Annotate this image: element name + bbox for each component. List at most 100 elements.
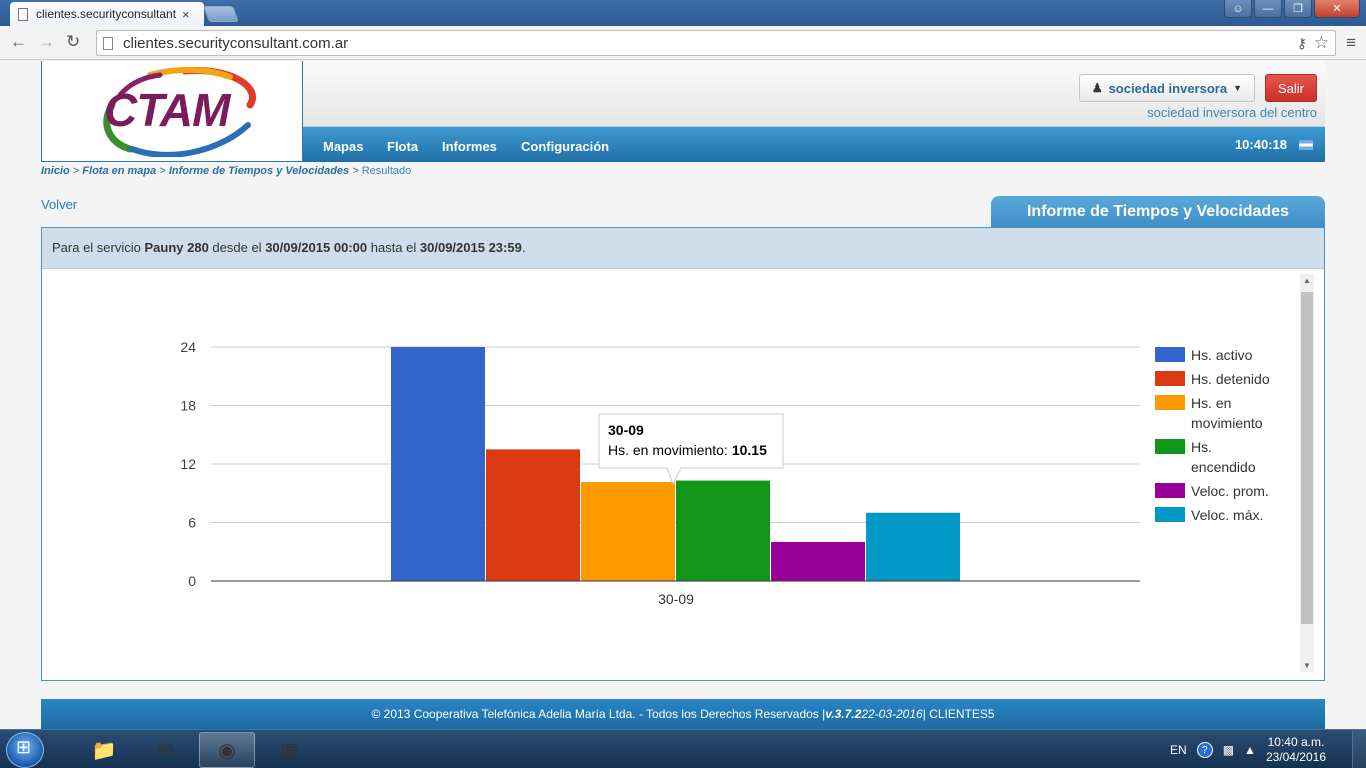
browser-toolbar: ← → ↻ clientes.securityconsultant.com.ar… (0, 26, 1366, 60)
tooltip-label: Hs. en movimiento: (608, 442, 728, 458)
tooltip-value: 10.15 (732, 442, 767, 458)
user-icon: ♟ (1091, 81, 1103, 95)
system-time: 10:40 a.m. (1267, 735, 1325, 749)
legend-label: Veloc. máx. (1191, 507, 1263, 523)
report-panel: Para el servicio Pauny 280 desde el 30/0… (41, 227, 1325, 681)
legend-swatch (1155, 507, 1185, 522)
page-icon (18, 7, 28, 21)
chart-scrollbar[interactable]: ▲ ▼ (1300, 274, 1314, 672)
volver-link[interactable]: Volver (41, 197, 77, 212)
info-text: Para el servicio (52, 240, 145, 255)
footer-date: 22-03-2016 (861, 707, 923, 721)
caret-down-icon: ▼ (1233, 83, 1242, 93)
logo[interactable]: CTAM (41, 61, 303, 162)
site-header: CTAM ♟ sociedad inversora ▼ Salir socied… (41, 61, 1325, 162)
chart-bar[interactable] (676, 480, 770, 581)
show-hidden-icons[interactable]: ▲ (1244, 743, 1256, 757)
y-tick-label: 12 (180, 456, 196, 472)
footer-text: © 2013 Cooperativa Telefónica Adelia Mar… (371, 707, 826, 721)
legend-swatch (1155, 347, 1185, 362)
breadcrumb-separator: > (159, 165, 166, 177)
reload-icon[interactable]: ↻ (66, 32, 80, 52)
header-user-area: ♟ sociedad inversora ▼ Salir sociedad in… (303, 61, 1325, 127)
info-text: hasta el (367, 240, 420, 255)
minimize-button[interactable]: — (1254, 0, 1282, 18)
nav-informes[interactable]: Informes (442, 139, 497, 154)
explorer-icon[interactable]: 📁 (76, 732, 132, 768)
system-date: 23/04/2016 (1265, 750, 1326, 764)
legend-swatch (1155, 371, 1185, 386)
legend-label: Veloc. prom. (1191, 483, 1269, 499)
logout-button[interactable]: Salir (1265, 74, 1317, 102)
legend-label: Hs. detenido (1191, 371, 1270, 387)
info-to-date: 30/09/2015 23:59 (419, 240, 522, 255)
breadcrumb-informe[interactable]: Informe de Tiempos y Velocidades (169, 165, 349, 177)
system-clock[interactable]: 10:40 a.m. 23/04/2016 (1266, 735, 1326, 765)
tab-close-icon[interactable]: × (182, 7, 190, 22)
tooltip-title: 30-09 (608, 422, 644, 438)
breadcrumb-inicio[interactable]: Inicio (41, 165, 70, 177)
new-tab-button[interactable] (203, 6, 239, 22)
y-tick-label: 18 (180, 398, 196, 414)
breadcrumb-current: Resultado (361, 165, 412, 177)
nav-mapas[interactable]: Mapas (323, 139, 363, 154)
legend-label: Hs. (1191, 439, 1212, 455)
legend-swatch (1155, 483, 1185, 498)
close-window-button[interactable]: ✕ (1314, 0, 1360, 18)
chart-bar[interactable] (486, 449, 580, 581)
legend-swatch (1155, 395, 1185, 410)
legend-label: movimiento (1191, 415, 1263, 431)
site-footer: © 2013 Cooperativa Telefónica Adelia Mar… (41, 699, 1325, 729)
show-desktop-button[interactable] (1352, 730, 1366, 768)
info-text: . (521, 240, 526, 255)
legend-swatch (1155, 439, 1185, 454)
network-icon[interactable]: ▩ (1223, 743, 1234, 757)
network-app-icon[interactable]: ▦ (261, 732, 317, 768)
outlook-icon[interactable]: ✉ (137, 732, 193, 768)
breadcrumb: Inicio > Flota en mapa > Informe de Tiem… (41, 165, 411, 177)
address-bar[interactable]: clientes.securityconsultant.com.ar ⚷ ☆ (96, 30, 1336, 56)
help-icon[interactable]: ? (1196, 742, 1213, 758)
maximize-button[interactable]: ❐ (1284, 0, 1312, 18)
nav-flota[interactable]: Flota (387, 139, 418, 154)
web-page: CTAM ♟ sociedad inversora ▼ Salir socied… (0, 61, 1366, 729)
chart-bar[interactable] (581, 482, 675, 581)
user-name: sociedad inversora (1108, 80, 1228, 96)
forward-icon[interactable]: → (38, 32, 55, 52)
user-icon[interactable]: ☺ (1224, 0, 1252, 18)
breadcrumb-flota[interactable]: Flota en mapa (82, 165, 156, 177)
nav-configuracion[interactable]: Configuración (521, 139, 609, 154)
language-indicator[interactable]: EN (1170, 743, 1187, 757)
header-clock: 10:40:18 (1234, 137, 1287, 152)
y-tick-label: 6 (188, 515, 196, 531)
info-from-date: 30/09/2015 00:00 (265, 240, 368, 255)
url-text[interactable]: clientes.securityconsultant.com.ar (123, 35, 348, 52)
info-service: Pauny 280 (144, 240, 209, 255)
browser-tab[interactable]: clientes.securityconsultant × (10, 2, 204, 26)
page-info-icon (103, 36, 113, 50)
chart-bar[interactable] (391, 347, 485, 581)
legend-label: Hs. en (1191, 395, 1231, 411)
y-tick-label: 0 (188, 573, 196, 589)
info-text: desde el (208, 240, 266, 255)
scroll-down-icon[interactable]: ▼ (1300, 661, 1314, 670)
bookmark-star-icon[interactable]: ☆ (1314, 33, 1329, 53)
bar-chart: 0 6 12 18 24 30-09 Hs. activo Hs. detenido Hs. e… (180, 339, 1270, 607)
chart-bar[interactable] (866, 512, 960, 581)
main-nav: Mapas Flota Informes Configuración 10:40… (303, 127, 1325, 162)
argentina-flag-icon (1299, 140, 1313, 150)
scroll-thumb[interactable] (1301, 292, 1313, 624)
user-dropdown-button[interactable]: ♟ sociedad inversora ▼ (1078, 74, 1255, 102)
key-icon[interactable]: ⚷ (1297, 35, 1307, 52)
breadcrumb-separator: > (72, 165, 80, 177)
back-icon[interactable]: ← (10, 32, 27, 52)
chrome-menu-icon[interactable]: ≡ (1346, 33, 1356, 53)
footer-suffix: | CLIENTES5 (922, 707, 995, 721)
report-title-tab: Informe de Tiempos y Velocidades (991, 196, 1325, 228)
start-button[interactable] (6, 732, 44, 768)
footer-version: v.3.7.2 (825, 707, 862, 721)
chrome-icon[interactable]: ◉ (199, 732, 255, 768)
scroll-up-icon[interactable]: ▲ (1300, 276, 1314, 285)
logo-text: CTAM (104, 84, 230, 136)
chart-bar[interactable] (771, 542, 865, 581)
